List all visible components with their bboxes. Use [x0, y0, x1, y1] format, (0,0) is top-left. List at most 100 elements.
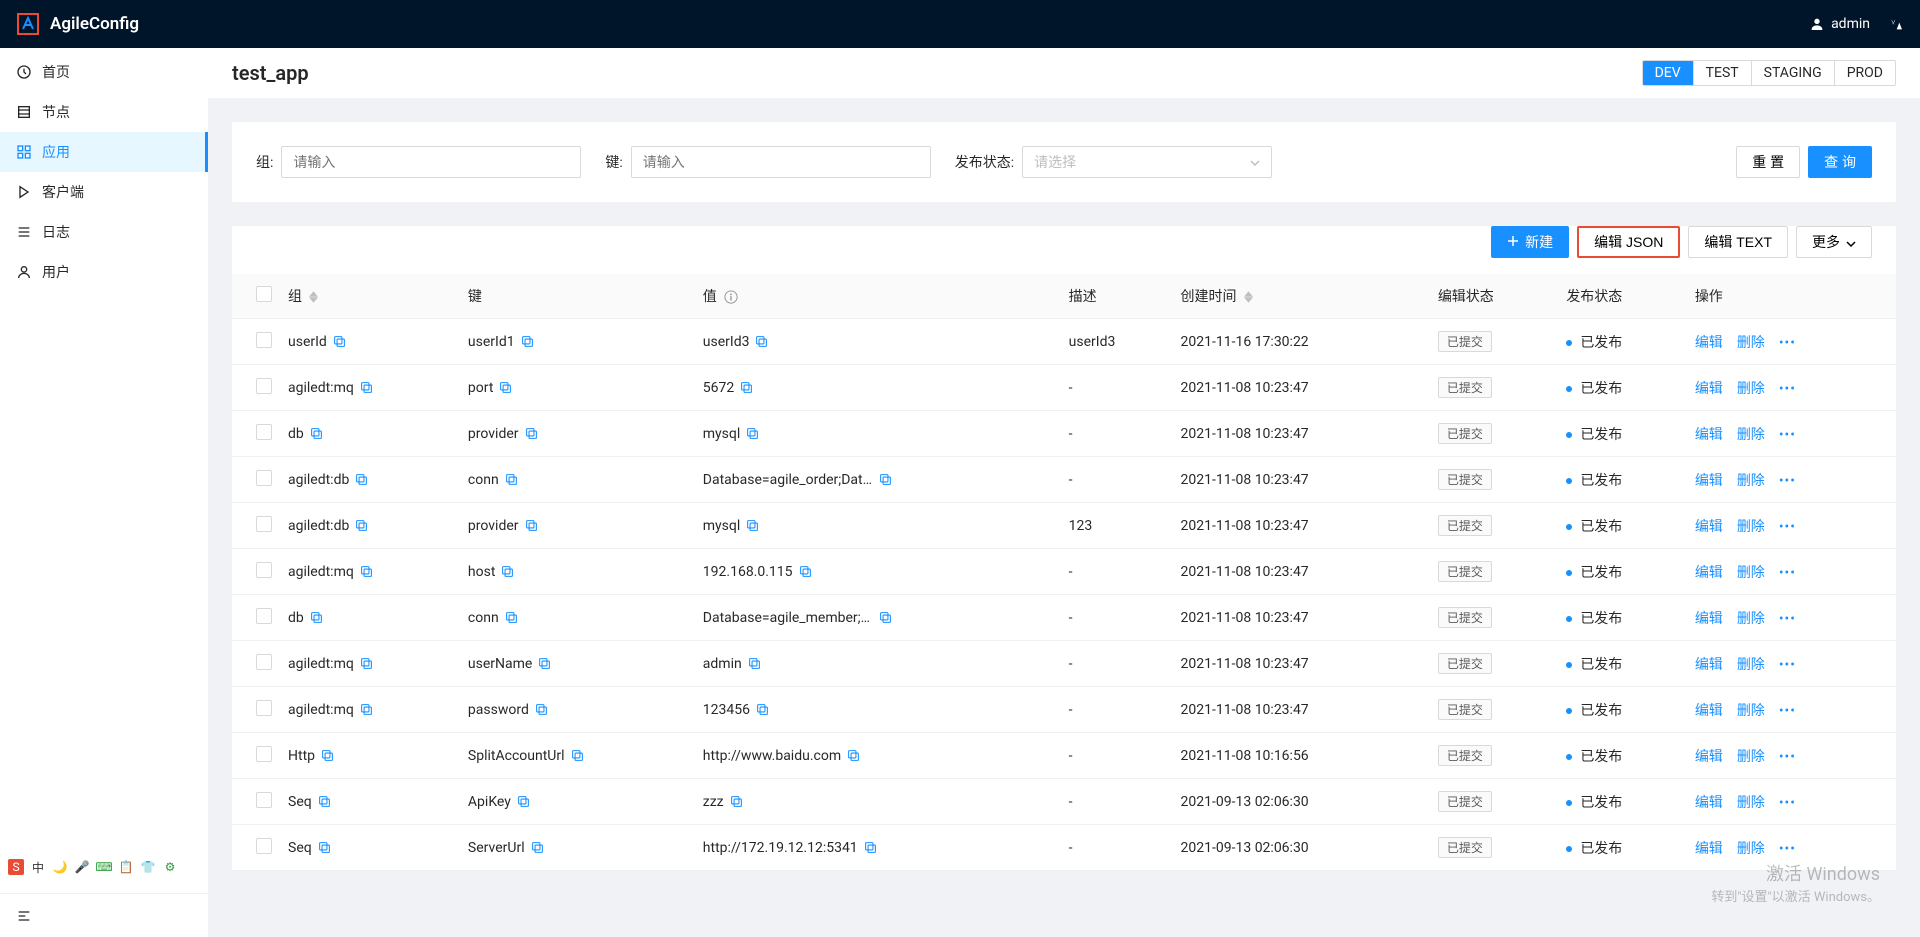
col-created[interactable]: 创建时间 [1173, 274, 1430, 319]
edit-link[interactable]: 编辑 [1695, 565, 1723, 581]
copy-icon[interactable] [501, 565, 514, 578]
sidebar-item-1[interactable]: 节点 [0, 92, 208, 132]
row-more-icon[interactable]: ••• [1779, 841, 1796, 857]
row-checkbox[interactable] [256, 378, 272, 394]
more-button[interactable]: 更多 [1796, 226, 1872, 258]
env-tab-dev[interactable]: DEV [1643, 61, 1694, 85]
select-all-checkbox[interactable] [256, 286, 272, 302]
row-more-icon[interactable]: ••• [1779, 749, 1796, 765]
row-more-icon[interactable]: ••• [1779, 381, 1796, 397]
copy-icon[interactable] [318, 841, 331, 854]
copy-icon[interactable] [755, 335, 768, 348]
delete-link[interactable]: 删除 [1737, 749, 1765, 765]
col-group[interactable]: 组 [280, 274, 460, 319]
delete-link[interactable]: 删除 [1737, 519, 1765, 535]
row-more-icon[interactable]: ••• [1779, 703, 1796, 719]
edit-link[interactable]: 编辑 [1695, 841, 1723, 857]
sidebar-item-0[interactable]: 首页 [0, 52, 208, 92]
copy-icon[interactable] [748, 657, 761, 670]
new-button[interactable]: 新建 [1491, 226, 1569, 258]
delete-link[interactable]: 删除 [1737, 611, 1765, 627]
copy-icon[interactable] [756, 703, 769, 716]
copy-icon[interactable] [531, 841, 544, 854]
row-checkbox[interactable] [256, 792, 272, 808]
sidebar-item-4[interactable]: 日志 [0, 212, 208, 252]
col-pub-status[interactable]: 发布状态 [1558, 274, 1687, 319]
edit-link[interactable]: 编辑 [1695, 795, 1723, 811]
col-desc[interactable]: 描述 [1061, 274, 1173, 319]
user-menu[interactable]: admin [1809, 16, 1870, 32]
delete-link[interactable]: 删除 [1737, 795, 1765, 811]
filter-group-input[interactable] [281, 146, 581, 178]
row-more-icon[interactable]: ••• [1779, 473, 1796, 489]
copy-icon[interactable] [360, 703, 373, 716]
copy-icon[interactable] [879, 473, 892, 486]
row-checkbox[interactable] [256, 424, 272, 440]
row-checkbox[interactable] [256, 470, 272, 486]
row-more-icon[interactable]: ••• [1779, 565, 1796, 581]
copy-icon[interactable] [525, 519, 538, 532]
sort-icon[interactable] [1244, 291, 1253, 303]
row-checkbox[interactable] [256, 746, 272, 762]
copy-icon[interactable] [318, 795, 331, 808]
row-checkbox[interactable] [256, 608, 272, 624]
copy-icon[interactable] [740, 381, 753, 394]
sidebar-item-3[interactable]: 客户端 [0, 172, 208, 212]
edit-link[interactable]: 编辑 [1695, 427, 1723, 443]
copy-icon[interactable] [864, 841, 877, 854]
copy-icon[interactable] [746, 427, 759, 440]
env-tab-prod[interactable]: PROD [1835, 61, 1895, 85]
copy-icon[interactable] [521, 335, 534, 348]
copy-icon[interactable] [355, 519, 368, 532]
filter-key-input[interactable] [631, 146, 931, 178]
copy-icon[interactable] [517, 795, 530, 808]
edit-link[interactable]: 编辑 [1695, 611, 1723, 627]
copy-icon[interactable] [730, 795, 743, 808]
env-tab-test[interactable]: TEST [1694, 61, 1752, 85]
row-more-icon[interactable]: ••• [1779, 335, 1796, 351]
delete-link[interactable]: 删除 [1737, 381, 1765, 397]
delete-link[interactable]: 删除 [1737, 427, 1765, 443]
edit-link[interactable]: 编辑 [1695, 335, 1723, 351]
info-icon[interactable] [724, 290, 738, 304]
filter-status-select[interactable]: 请选择 [1022, 146, 1272, 178]
language-icon[interactable] [1888, 16, 1904, 32]
copy-icon[interactable] [310, 427, 323, 440]
sidebar-item-2[interactable]: 应用 [0, 132, 208, 172]
delete-link[interactable]: 删除 [1737, 657, 1765, 673]
query-button[interactable]: 查 询 [1808, 146, 1872, 178]
row-checkbox[interactable] [256, 700, 272, 716]
copy-icon[interactable] [321, 749, 334, 762]
copy-icon[interactable] [538, 657, 551, 670]
row-checkbox[interactable] [256, 838, 272, 854]
copy-icon[interactable] [355, 473, 368, 486]
col-edit-status[interactable]: 编辑状态 [1430, 274, 1559, 319]
edit-link[interactable]: 编辑 [1695, 703, 1723, 719]
edit-link[interactable]: 编辑 [1695, 473, 1723, 489]
row-more-icon[interactable]: ••• [1779, 427, 1796, 443]
copy-icon[interactable] [571, 749, 584, 762]
delete-link[interactable]: 删除 [1737, 565, 1765, 581]
copy-icon[interactable] [847, 749, 860, 762]
sidebar-collapse[interactable] [0, 893, 208, 937]
copy-icon[interactable] [310, 611, 323, 624]
delete-link[interactable]: 删除 [1737, 335, 1765, 351]
copy-icon[interactable] [879, 611, 892, 624]
copy-icon[interactable] [505, 611, 518, 624]
row-checkbox[interactable] [256, 562, 272, 578]
copy-icon[interactable] [360, 565, 373, 578]
copy-icon[interactable] [799, 565, 812, 578]
copy-icon[interactable] [499, 381, 512, 394]
env-tab-staging[interactable]: STAGING [1752, 61, 1835, 85]
sidebar-item-5[interactable]: 用户 [0, 252, 208, 292]
row-more-icon[interactable]: ••• [1779, 795, 1796, 811]
delete-link[interactable]: 删除 [1737, 703, 1765, 719]
copy-icon[interactable] [360, 657, 373, 670]
copy-icon[interactable] [333, 335, 346, 348]
edit-link[interactable]: 编辑 [1695, 657, 1723, 673]
edit-text-button[interactable]: 编辑 TEXT [1688, 226, 1788, 258]
sort-icon[interactable] [309, 291, 318, 303]
row-more-icon[interactable]: ••• [1779, 611, 1796, 627]
copy-icon[interactable] [535, 703, 548, 716]
delete-link[interactable]: 删除 [1737, 841, 1765, 857]
